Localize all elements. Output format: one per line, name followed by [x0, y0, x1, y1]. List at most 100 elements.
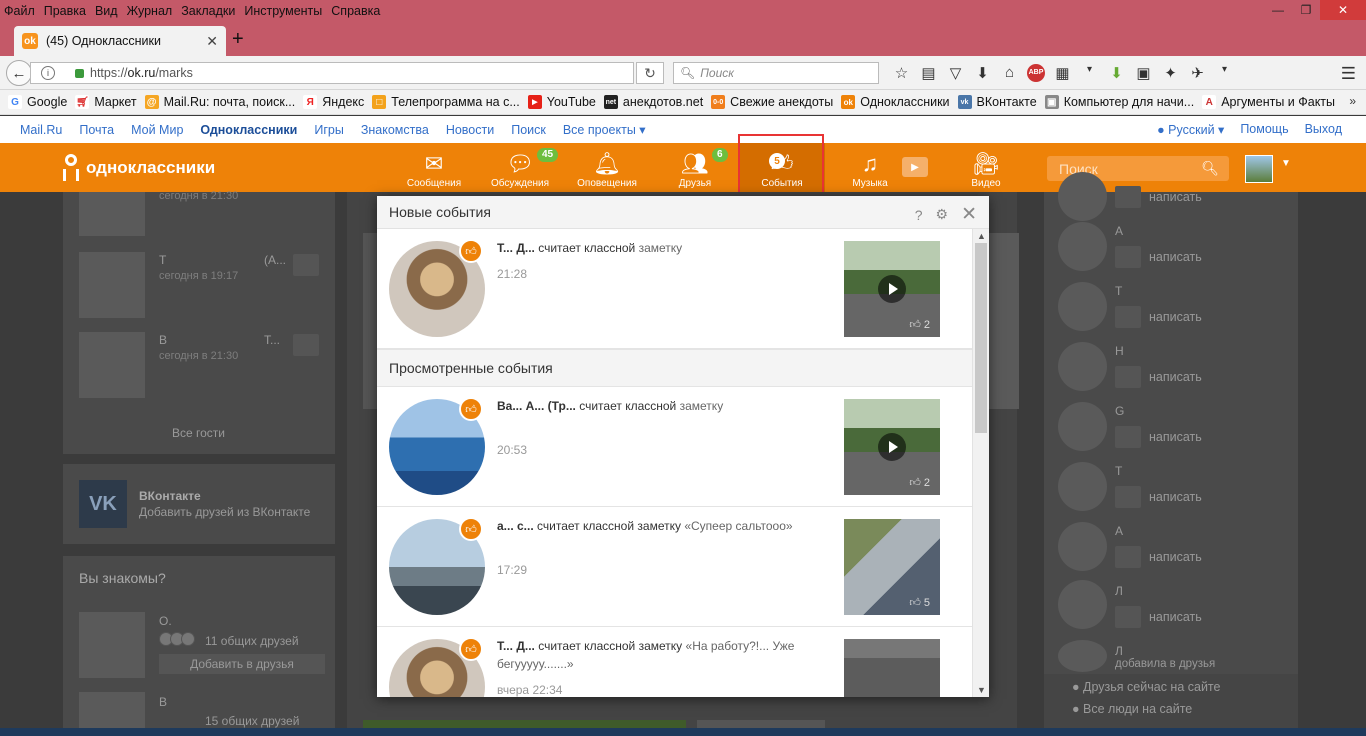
suggest-photo[interactable]	[79, 692, 145, 728]
nav-video[interactable]: 🎥︎ Видео	[943, 143, 1029, 192]
bookmark-aif[interactable]: A Аргументы и Факты	[1202, 95, 1335, 109]
nav-music[interactable]: ♫ Музыка	[827, 143, 913, 192]
event-object-link[interactable]: заметку	[680, 399, 724, 413]
all-online-link[interactable]: ● Все люди на сайте	[1072, 702, 1192, 716]
event-video-thumbnail[interactable]: 👍︎ 2	[844, 241, 940, 337]
back-button[interactable]: ←	[6, 60, 32, 86]
scroll-thumb[interactable]	[975, 243, 987, 433]
help-link[interactable]: Помощь	[1240, 122, 1288, 137]
vk-subtitle[interactable]: Добавить друзей из ВКонтакте	[139, 505, 310, 519]
write-button[interactable]: написать	[1115, 366, 1202, 388]
friend-name[interactable]: Л	[1115, 644, 1123, 658]
guest-photo[interactable]	[79, 252, 145, 318]
bookmark-yandex[interactable]: Я Яндекс	[303, 95, 364, 109]
friend-name[interactable]: А	[1115, 524, 1123, 538]
message-button[interactable]	[293, 254, 319, 276]
write-button[interactable]: написать	[1115, 186, 1202, 208]
home-icon[interactable]: ⌂	[996, 64, 1023, 82]
dropdown-arrow2-icon[interactable]: ▾	[1211, 64, 1238, 82]
pocket-icon[interactable]: ▽	[942, 64, 969, 82]
friend-avatar[interactable]	[1058, 522, 1107, 571]
event-item[interactable]: 👍︎ Ва... А... (Тр... считает классной за…	[377, 387, 972, 507]
bookmark-vk[interactable]: vk ВКонтакте	[957, 95, 1037, 109]
extension4-icon[interactable]: ✈	[1184, 64, 1211, 82]
extension2-icon[interactable]: ▣	[1130, 64, 1157, 82]
all-guests-link[interactable]: Все гости	[172, 426, 225, 440]
friend-name[interactable]: Т	[1115, 464, 1122, 478]
search-icon[interactable]: 🔍︎	[1201, 160, 1219, 177]
download-helper-icon[interactable]: ⬇	[1103, 64, 1130, 82]
download-icon[interactable]: ⬇	[969, 64, 996, 82]
friend-name[interactable]: Т	[1115, 284, 1122, 298]
maximize-button[interactable]: ❐	[1292, 0, 1320, 20]
event-photo-thumbnail[interactable]	[844, 639, 940, 697]
logout-link[interactable]: Выход	[1305, 122, 1342, 137]
popup-scrollbar[interactable]: ▲ ▼	[972, 229, 989, 697]
info-icon[interactable]: i	[41, 66, 55, 80]
adblock-icon[interactable]: ABP	[1027, 64, 1045, 82]
extension-icon[interactable]: ▦	[1049, 64, 1076, 82]
help-icon[interactable]: ?	[915, 207, 923, 223]
bookmark-youtube[interactable]: ▶ YouTube	[527, 95, 596, 109]
new-tab-button[interactable]: +	[232, 28, 244, 51]
menu-view[interactable]: Вид	[95, 4, 118, 18]
message-button[interactable]	[293, 334, 319, 356]
friend-avatar[interactable]	[1058, 342, 1107, 391]
bookmark-ok[interactable]: ok Одноклассники	[841, 95, 950, 109]
ok-logo[interactable]: одноклассники	[62, 154, 215, 182]
tab-odnoklassniki[interactable]: ok (45) Одноклассники ✕	[14, 26, 226, 56]
event-user-name[interactable]: а... с...	[497, 519, 534, 533]
guest-photo[interactable]	[79, 332, 145, 398]
portal-link-games[interactable]: Игры	[314, 123, 343, 137]
reading-list-icon[interactable]: ▤	[915, 64, 942, 82]
friends-online-link[interactable]: ● Друзья сейчас на сайте	[1072, 680, 1220, 694]
friend-avatar[interactable]	[1058, 172, 1107, 221]
nav-messages[interactable]: ✉ Сообщения	[391, 143, 477, 192]
write-button[interactable]: написать	[1115, 306, 1202, 328]
avatar[interactable]	[1245, 155, 1273, 183]
bookmark-anekdot[interactable]: net анекдотов.net	[603, 95, 703, 109]
friend-avatar[interactable]	[1058, 640, 1107, 672]
play-icon[interactable]	[878, 275, 906, 303]
bookmark-computer[interactable]: ▣ Компьютер для начи...	[1044, 95, 1194, 109]
guest-name[interactable]: Т	[159, 253, 166, 267]
scroll-down-icon[interactable]: ▼	[977, 685, 986, 695]
nav-notifications[interactable]: 🔔︎ Оповещения	[564, 143, 650, 192]
bookmark-tv[interactable]: □ Телепрограмма на с...	[372, 95, 520, 109]
suggest-name[interactable]: О.	[159, 614, 172, 628]
minimize-button[interactable]: —	[1264, 0, 1292, 20]
event-photo-thumbnail[interactable]: 👍︎ 5	[844, 519, 940, 615]
bookmark-market[interactable]: 🛒︎ Маркет	[75, 95, 137, 109]
menu-tools[interactable]: Инструменты	[244, 4, 322, 18]
bookmark-google[interactable]: G Google	[8, 95, 67, 109]
extension3-icon[interactable]: ✦	[1157, 64, 1184, 82]
event-user-name[interactable]: Ва... А... (Тр...	[497, 399, 576, 413]
friend-avatar[interactable]	[1058, 282, 1107, 331]
friend-name[interactable]: G	[1115, 404, 1124, 418]
event-item[interactable]: 👍︎ Т... Д... считает классной заметку «Н…	[377, 627, 972, 697]
write-button[interactable]: написать	[1115, 246, 1202, 268]
suggest-photo[interactable]	[79, 612, 145, 678]
portal-link-mail[interactable]: Почта	[79, 123, 114, 137]
guest-photo[interactable]	[79, 192, 145, 236]
menu-edit[interactable]: Правка	[44, 4, 86, 18]
browser-search-input[interactable]: 🔍︎ Поиск	[673, 62, 879, 84]
event-user-name[interactable]: Т... Д...	[497, 241, 535, 255]
menu-history[interactable]: Журнал	[127, 4, 173, 18]
menu-help[interactable]: Справка	[331, 4, 380, 18]
friend-avatar[interactable]	[1058, 580, 1107, 629]
avatar-menu-arrow-icon[interactable]: ▼	[1281, 158, 1291, 169]
window-close-button[interactable]: ✕	[1320, 0, 1366, 20]
portal-link-dating[interactable]: Знакомства	[361, 123, 429, 137]
add-friend-button[interactable]: Добавить в друзья	[159, 654, 325, 674]
language-select[interactable]: ● Русский ▾	[1157, 122, 1224, 137]
vk-title[interactable]: ВКонтакте	[139, 489, 201, 503]
portal-link-mymir[interactable]: Мой Мир	[131, 123, 183, 137]
write-button[interactable]: написать	[1115, 426, 1202, 448]
bookmarks-overflow-icon[interactable]: »	[1349, 94, 1356, 108]
portal-link-ok[interactable]: Одноклассники	[200, 123, 297, 137]
gear-icon[interactable]: ⚙	[936, 206, 949, 223]
vk-logo-icon[interactable]: VK	[79, 480, 127, 528]
reload-button[interactable]: ↻	[636, 62, 664, 84]
url-bar[interactable]: i https://ok.ru/marks	[30, 62, 634, 84]
